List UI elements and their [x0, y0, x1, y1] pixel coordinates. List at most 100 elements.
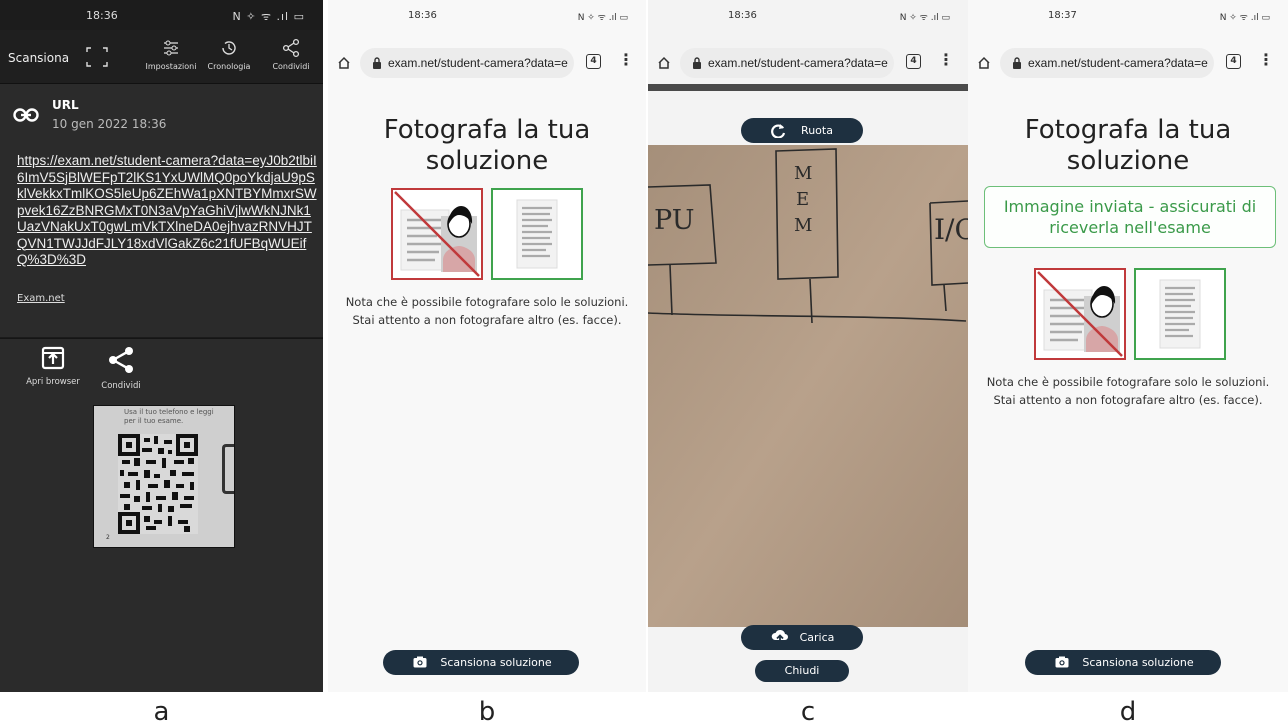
status-time: 18:36: [728, 10, 757, 21]
divider: [0, 338, 323, 339]
title-line: soluzione: [1066, 146, 1190, 176]
thumbnail-text-line: per il tuo esame.: [124, 417, 184, 425]
url-field[interactable]: exam.net/student-camera?data=eyJ0b2tlbiI…: [1000, 48, 1214, 78]
open-browser-label: Apri browser: [26, 377, 80, 387]
title-line: soluzione: [425, 146, 549, 176]
lock-icon: [373, 57, 381, 69]
note-line: Nota che è possibile fotografare solo le…: [986, 375, 1270, 389]
upload-label: Carica: [799, 631, 835, 644]
document-illustration: [1159, 279, 1201, 349]
url-text: exam.net/student-camera?data=eyJ0b2tlbiI…: [1028, 56, 1208, 70]
caption-d: d: [1119, 697, 1137, 727]
rotate-icon: [771, 124, 786, 138]
close-label: Chiudi: [784, 664, 820, 677]
face-doc-illustration: [394, 191, 480, 277]
camera-preview: PU M E M I/O: [648, 145, 968, 627]
menu-icon[interactable]: ⋮: [618, 50, 634, 69]
camera-preview-screen: 18:36 N ✧ ᯤ .ıl ▭ exam.net/student-camer…: [648, 0, 968, 692]
qr-code-image: [118, 434, 198, 534]
camera-icon: [1055, 656, 1069, 668]
upload-button[interactable]: Carica: [741, 625, 863, 650]
preview-top-bar: [648, 84, 968, 91]
scan-solution-label: Scansiona soluzione: [440, 656, 552, 669]
title-line: Fotografa la tua: [1024, 115, 1232, 145]
status-icons: N ✧ ᯤ .ıl ▭: [577, 13, 628, 23]
thumbnail-page-number: 2: [106, 534, 110, 541]
scan-solution-button[interactable]: Scansiona soluzione: [1025, 650, 1221, 675]
bad-photo-example: [391, 188, 483, 280]
home-icon[interactable]: [657, 56, 671, 70]
photo-guidelines: [1034, 268, 1234, 362]
caption-c: c: [800, 697, 816, 727]
browser-screen-b: 18:36 N ✧ ᯤ .ıl ▭ exam.net/student-camer…: [328, 0, 646, 692]
sketch-label-middle: E: [796, 189, 810, 210]
sketch-label-middle: M: [794, 215, 813, 236]
photo-note: Nota che è possibile fotografare solo le…: [328, 293, 646, 329]
lock-icon: [1013, 57, 1021, 69]
home-icon[interactable]: [977, 56, 991, 70]
open-browser-button[interactable]: Apri browser: [18, 345, 88, 387]
close-button[interactable]: Chiudi: [755, 660, 849, 682]
menu-icon[interactable]: ⋮: [1258, 50, 1274, 69]
good-photo-example: [1134, 268, 1226, 360]
title-line: Fotografa la tua: [383, 115, 591, 145]
status-icons: N ✧ ᯤ .ıl ▭: [899, 13, 950, 23]
sketch-label-left: PU: [654, 205, 695, 236]
open-browser-icon: [41, 346, 65, 370]
cloud-upload-icon: [771, 629, 788, 643]
result-actions: Apri browser Condividi: [0, 345, 323, 405]
status-bar: 18:36 N ✧ ᯤ .ıl ▭: [328, 0, 646, 30]
bad-photo-example: [1034, 268, 1126, 360]
result-type: URL: [52, 98, 79, 112]
success-line: riceverla nell'esame: [1049, 218, 1211, 237]
photo-guidelines: [391, 188, 591, 282]
scan-solution-button[interactable]: Scansiona soluzione: [383, 650, 579, 675]
url-text: exam.net/student-camera?data=eyJ0b2tlbiI…: [388, 56, 568, 70]
status-bar: 18:37 N ✧ ᯤ .ıl ▭: [968, 0, 1288, 30]
result-url-link[interactable]: https://exam.net/student-camera?data=eyJ…: [17, 153, 317, 269]
thumbnail-text: Usa il tuo telefono e leggi per il tuo e…: [124, 408, 214, 426]
tab-count-button[interactable]: 4: [906, 54, 921, 69]
status-time: 18:37: [1048, 10, 1077, 21]
device-edge: [222, 444, 234, 494]
photo-note: Nota che è possibile fotografare solo le…: [968, 373, 1288, 409]
good-photo-example: [491, 188, 583, 280]
scan-solution-label: Scansiona soluzione: [1082, 656, 1194, 669]
thumbnail-text-line: Usa il tuo telefono e leggi: [124, 408, 214, 416]
lock-icon: [693, 57, 701, 69]
note-line: Stai attento a non fotografare altro (es…: [352, 313, 622, 327]
note-line: Nota che è possibile fotografare solo le…: [345, 295, 629, 309]
scan-result: URL 10 gen 2022 18:36 https://exam.net/s…: [0, 0, 323, 338]
camera-icon: [413, 656, 427, 668]
share-result-label: Condividi: [101, 381, 141, 391]
note-line: Stai attento a non fotografare altro (es…: [993, 393, 1263, 407]
url-text: exam.net/student-camera?data=eyJ0b2tlbiI…: [708, 56, 888, 70]
face-doc-illustration: [1037, 271, 1123, 357]
url-field[interactable]: exam.net/student-camera?data=eyJ0b2tlbiI…: [680, 48, 894, 78]
document-illustration: [516, 199, 558, 269]
tab-count-button[interactable]: 4: [586, 54, 601, 69]
rotate-label: Ruota: [801, 124, 833, 137]
caption-a: a: [153, 697, 170, 727]
tab-count-button[interactable]: 4: [1226, 54, 1241, 69]
status-bar: 18:36 N ✧ ᯤ .ıl ▭: [648, 0, 968, 30]
link-icon: [13, 108, 39, 122]
scanned-image-thumbnail[interactable]: Usa il tuo telefono e leggi per il tuo e…: [93, 405, 235, 548]
menu-icon[interactable]: ⋮: [938, 50, 954, 69]
share-icon: [109, 347, 133, 373]
page-title: Fotografa la tua soluzione: [328, 115, 646, 177]
url-field[interactable]: exam.net/student-camera?data=eyJ0b2tlbiI…: [360, 48, 574, 78]
caption-b: b: [478, 697, 496, 727]
status-icons: N ✧ ᯤ .ıl ▭: [1219, 13, 1270, 23]
page-title: Fotografa la tua soluzione: [968, 115, 1288, 177]
status-time: 18:36: [408, 10, 437, 21]
share-result-button[interactable]: Condividi: [86, 345, 156, 391]
result-source-link[interactable]: Exam.net: [17, 293, 65, 304]
success-line: Immagine inviata - assicurati di: [1003, 197, 1257, 216]
qr-scanner-screen: 18:36 N ✧ ᯤ .ıl ▭ Scansiona Impostazioni…: [0, 0, 323, 692]
result-date: 10 gen 2022 18:36: [52, 117, 167, 131]
rotate-button[interactable]: Ruota: [741, 118, 863, 143]
home-icon[interactable]: [337, 56, 351, 70]
browser-screen-d: 18:37 N ✧ ᯤ .ıl ▭ exam.net/student-camer…: [968, 0, 1288, 692]
sketch-label-right: I/O: [934, 213, 968, 246]
